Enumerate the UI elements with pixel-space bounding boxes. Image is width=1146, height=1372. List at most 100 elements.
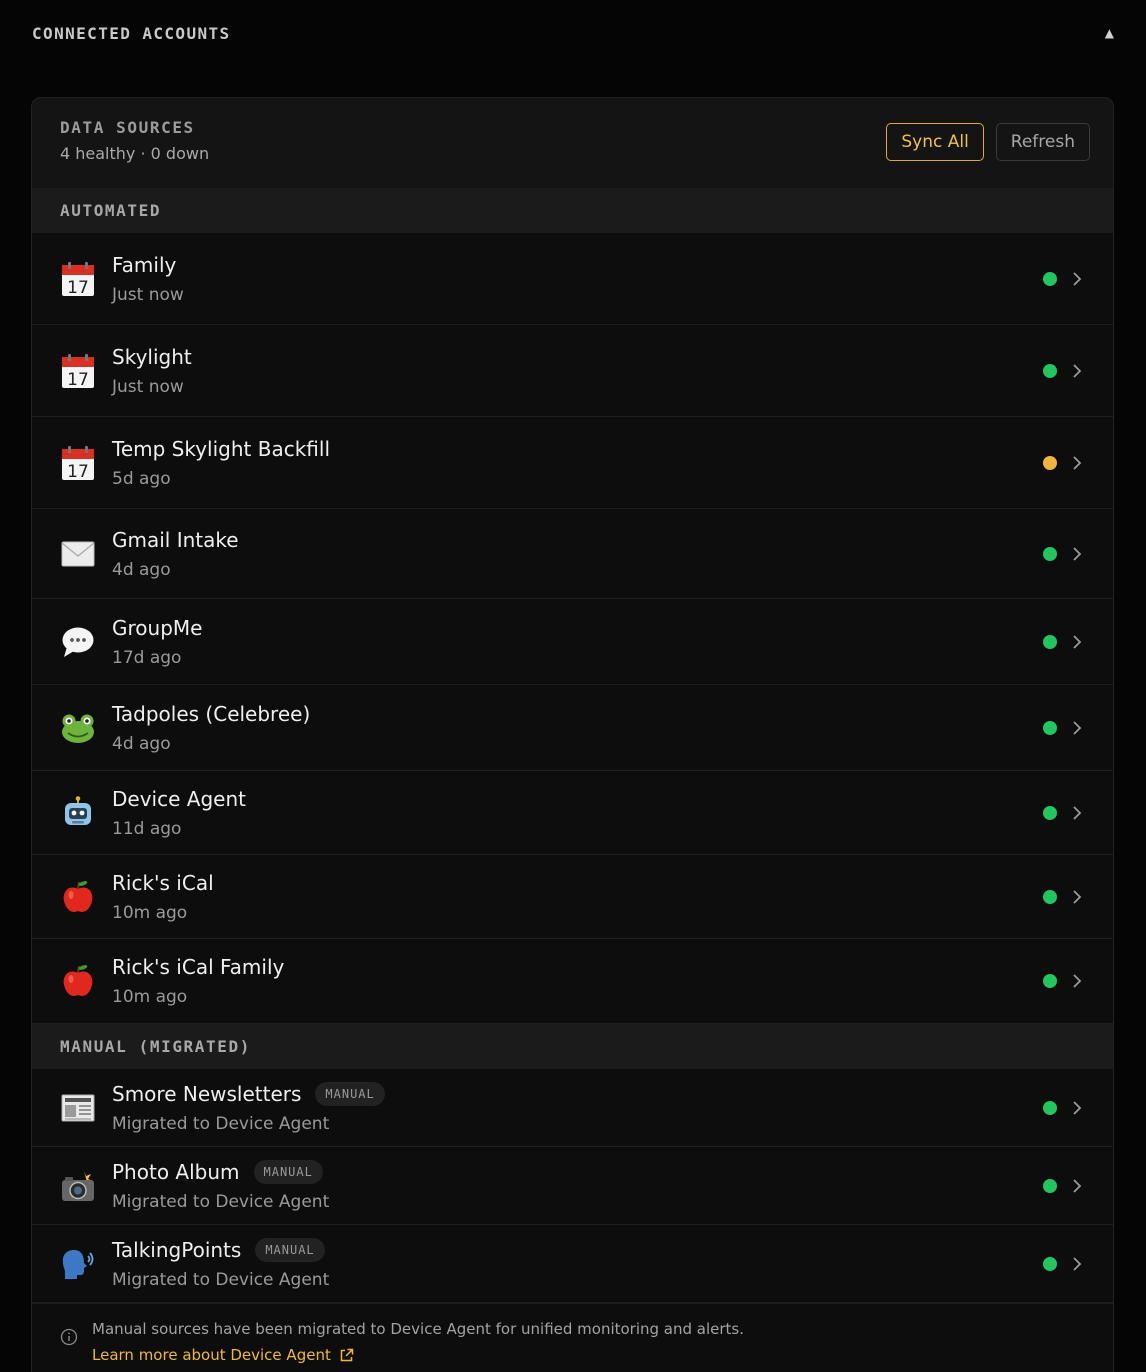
refresh-button[interactable]: Refresh bbox=[995, 123, 1090, 161]
automated-source-row[interactable]: 17 Skylight Just now bbox=[32, 325, 1113, 417]
status-dot bbox=[1043, 1256, 1057, 1271]
chevron-right-icon[interactable] bbox=[1071, 1177, 1083, 1195]
source-name-line: Rick's iCal Family bbox=[112, 955, 1043, 979]
section-title: CONNECTED ACCOUNTS bbox=[32, 23, 231, 43]
apple-icon bbox=[60, 963, 96, 999]
source-name-line: Skylight bbox=[112, 345, 1043, 369]
automated-source-row[interactable]: Tadpoles (Celebree) 4d ago bbox=[32, 685, 1113, 771]
source-text: Skylight Just now bbox=[112, 345, 1043, 397]
source-name-line: Photo Album MANUAL bbox=[112, 1159, 1043, 1184]
status-dot bbox=[1043, 546, 1057, 561]
frog-icon bbox=[60, 710, 96, 746]
manual-source-row[interactable]: Photo Album MANUAL Migrated to Device Agen… bbox=[32, 1147, 1113, 1225]
chevron-right-icon[interactable] bbox=[1071, 633, 1083, 651]
source-meta: Just now bbox=[112, 376, 184, 397]
source-name: Smore Newsletters bbox=[112, 1081, 302, 1106]
chevron-right-icon[interactable] bbox=[1071, 454, 1083, 472]
envelope-icon bbox=[60, 536, 96, 572]
calendar-icon: 17 bbox=[60, 261, 96, 297]
source-name: Gmail Intake bbox=[112, 527, 239, 552]
source-name: Device Agent bbox=[112, 786, 246, 811]
chevron-right-icon[interactable] bbox=[1071, 270, 1083, 288]
source-name: Rick's iCal Family bbox=[112, 955, 285, 979]
status-dot bbox=[1043, 1100, 1057, 1115]
status-dot bbox=[1043, 634, 1057, 649]
source-name: GroupMe bbox=[112, 615, 203, 640]
status-summary: 4 healthy · 0 down bbox=[60, 144, 210, 163]
automated-source-row[interactable]: Device Agent 11d ago bbox=[32, 771, 1113, 855]
source-name: Rick's iCal bbox=[112, 870, 214, 895]
sync-all-button[interactable]: Sync All bbox=[886, 123, 984, 161]
chevron-right-icon[interactable] bbox=[1071, 1255, 1083, 1273]
source-text: Device Agent 11d ago bbox=[112, 787, 1043, 839]
manual-source-row[interactable]: TalkingPoints MANUAL Migrated to Device Ag… bbox=[32, 1225, 1113, 1303]
source-meta: Migrated to Device Agent bbox=[112, 1269, 330, 1290]
chevron-right-icon[interactable] bbox=[1071, 545, 1083, 563]
source-name: TalkingPoints bbox=[112, 1237, 242, 1262]
source-meta: Just now bbox=[112, 284, 184, 305]
chevron-right-icon[interactable] bbox=[1071, 362, 1083, 380]
footer-info-text: Manual sources have been migrated to Dev… bbox=[92, 1320, 745, 1338]
status-dot bbox=[1043, 720, 1057, 735]
status-dot bbox=[1043, 271, 1057, 286]
source-name: Temp Skylight Backfill bbox=[112, 436, 331, 461]
newspaper-icon bbox=[60, 1090, 96, 1126]
source-text: Temp Skylight Backfill 5d ago bbox=[112, 437, 1043, 489]
learn-more-link[interactable]: Learn more about Device Agent bbox=[92, 1346, 744, 1364]
source-text: Photo Album MANUAL Migrated to Device Agen… bbox=[112, 1159, 1043, 1212]
automated-source-row[interactable]: Gmail Intake 4d ago bbox=[32, 509, 1113, 599]
group-label-automated: AUTOMATED bbox=[32, 188, 1113, 233]
source-text: Family Just now bbox=[112, 253, 1043, 305]
automated-source-row[interactable]: 17 Temp Skylight Backfill 5d ago bbox=[32, 417, 1113, 509]
speaking-head-icon bbox=[60, 1246, 96, 1282]
chevron-right-icon[interactable] bbox=[1071, 1099, 1083, 1117]
source-name: Photo Album bbox=[112, 1159, 240, 1184]
calendar-icon: 17 bbox=[60, 445, 96, 481]
info-icon bbox=[60, 1328, 78, 1346]
source-name-line: Family bbox=[112, 253, 1043, 277]
group-label-manual: MANUAL (MIGRATED) bbox=[32, 1024, 1113, 1069]
automated-source-row[interactable]: Rick's iCal 10m ago bbox=[32, 855, 1113, 939]
automated-source-row[interactable]: 17 Family Just now bbox=[32, 233, 1113, 325]
source-meta: 4d ago bbox=[112, 559, 171, 580]
learn-more-label: Learn more about Device Agent bbox=[92, 1346, 331, 1364]
source-meta: Migrated to Device Agent bbox=[112, 1191, 330, 1212]
source-meta: Migrated to Device Agent bbox=[112, 1113, 330, 1134]
source-text: Gmail Intake 4d ago bbox=[112, 528, 1043, 580]
data-sources-card: DATA SOURCES 4 healthy · 0 down Sync All… bbox=[31, 97, 1114, 1372]
chevron-right-icon[interactable] bbox=[1071, 804, 1083, 822]
collapse-caret-icon[interactable]: ▲ bbox=[1105, 26, 1114, 40]
source-text: GroupMe 17d ago bbox=[112, 616, 1043, 668]
source-meta: 17d ago bbox=[112, 647, 182, 668]
source-name-line: GroupMe bbox=[112, 616, 1043, 640]
manual-badge: MANUAL bbox=[253, 1159, 323, 1184]
manual-source-row[interactable]: Smore Newsletters MANUAL Migrated to Devic… bbox=[32, 1069, 1113, 1147]
status-dot bbox=[1043, 455, 1057, 470]
svg-text:17: 17 bbox=[67, 278, 89, 297]
chevron-right-icon[interactable] bbox=[1071, 972, 1083, 990]
camera-flash-icon bbox=[60, 1168, 96, 1204]
status-dot bbox=[1043, 889, 1057, 904]
source-meta: 4d ago bbox=[112, 733, 171, 754]
manual-badge: MANUAL bbox=[315, 1081, 385, 1106]
manual-list: Smore Newsletters MANUAL Migrated to Devic… bbox=[32, 1069, 1113, 1303]
source-meta: 11d ago bbox=[112, 818, 182, 839]
speech-bubble-icon bbox=[60, 624, 96, 660]
automated-source-row[interactable]: GroupMe 17d ago bbox=[32, 599, 1113, 685]
source-text: Rick's iCal 10m ago bbox=[112, 871, 1043, 923]
source-name: Family bbox=[112, 252, 177, 277]
calendar-icon: 17 bbox=[60, 353, 96, 389]
source-text: Tadpoles (Celebree) 4d ago bbox=[112, 702, 1043, 754]
status-dot bbox=[1043, 974, 1057, 988]
external-link-icon bbox=[340, 1348, 354, 1361]
card-header: DATA SOURCES 4 healthy · 0 down Sync All… bbox=[32, 98, 1113, 188]
source-name-line: Gmail Intake bbox=[112, 528, 1043, 552]
source-name-line: Smore Newsletters MANUAL bbox=[112, 1081, 1043, 1106]
connected-accounts-header[interactable]: CONNECTED ACCOUNTS ▲ bbox=[0, 0, 1146, 66]
chevron-right-icon[interactable] bbox=[1071, 719, 1083, 737]
automated-source-row[interactable]: Rick's iCal Family 10m ago bbox=[32, 939, 1113, 1024]
status-dot bbox=[1043, 805, 1057, 820]
manual-badge: MANUAL bbox=[255, 1237, 325, 1262]
footer-note: Manual sources have been migrated to Dev… bbox=[32, 1303, 1113, 1372]
chevron-right-icon[interactable] bbox=[1071, 888, 1083, 906]
